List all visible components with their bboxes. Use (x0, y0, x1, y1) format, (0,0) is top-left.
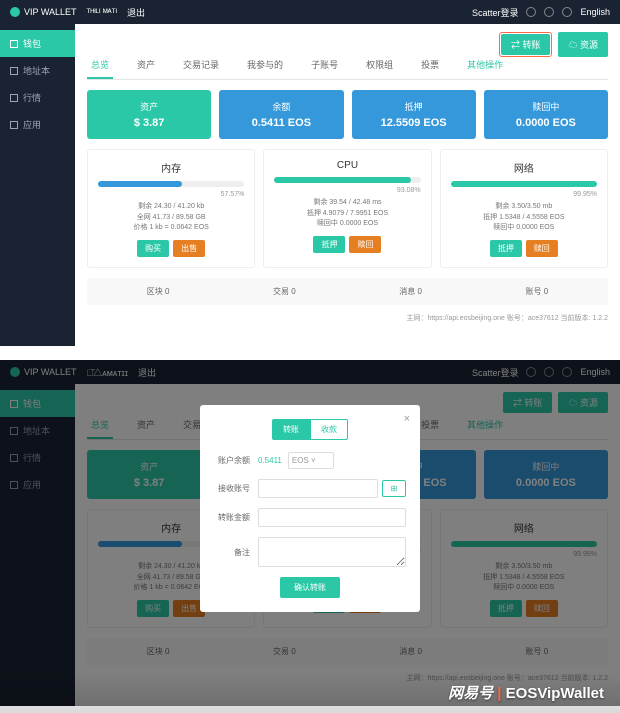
progress-bar (98, 181, 244, 187)
resource-card: 内存 57.57% 剩余 24.30 / 41.20 kb全网 41.73 / 89… (87, 149, 255, 268)
nav-icon (10, 40, 18, 48)
balance-value: 0.5411 (258, 456, 282, 465)
tab[interactable]: 我参与的 (243, 52, 287, 79)
sidebar-label: 钱包 (23, 37, 41, 50)
modal-tab-receive[interactable]: 收款 (310, 419, 348, 440)
progress-pct: 57.57% (98, 191, 244, 198)
resource-action-button[interactable]: 赎回 (349, 236, 381, 253)
card-title: 抵押 (362, 100, 466, 113)
receiver-label: 接收账号 (214, 483, 258, 494)
resource-action-button[interactable]: 抵押 (490, 240, 522, 257)
amount-input[interactable] (258, 508, 406, 527)
confirm-transfer-button[interactable]: 确认转账 (280, 577, 340, 598)
sidebar-item[interactable]: 应用 (0, 111, 75, 138)
resource-action-button[interactable]: 抵押 (313, 236, 345, 253)
refresh-icon[interactable] (526, 7, 536, 17)
stat-item: 交易 0 (221, 286, 347, 297)
logo: VIP WALLET (10, 7, 77, 17)
card-value: 0.0000 EOS (494, 117, 598, 129)
card-title: 资产 (97, 100, 201, 113)
resource-action-button[interactable]: 赎回 (526, 240, 558, 257)
card-value: 0.5411 EOS (229, 117, 333, 129)
addressbook-icon[interactable]: ⊞ (382, 480, 406, 497)
logo-icon (10, 7, 20, 17)
sidebar-label: 地址本 (23, 64, 50, 77)
card-value: $ 3.87 (97, 117, 201, 129)
stat-item: 区块 0 (95, 286, 221, 297)
nav-icon (10, 121, 18, 129)
nav-icon (10, 94, 18, 102)
resource-card: 网络 99.95% 剩余 3.50/3.50 mb抵押 1.5348 / 4.555… (440, 149, 608, 268)
tab[interactable]: 权限组 (362, 52, 397, 79)
resource-title: 内存 (98, 160, 244, 175)
sidebar-item[interactable]: 地址本 (0, 57, 75, 84)
resource-card: CPU 93.08% 剩余 39.54 / 42.48 ms抵押 4.9079 / … (263, 149, 431, 268)
tab[interactable]: 子账号 (307, 52, 342, 79)
transfer-modal: × 转账 收款 账户余额 0.5411 EOS ˅ 接收账号 ⊞ 转账金额 备注 (200, 405, 420, 612)
resource-button[interactable]: ☁ 资源 (558, 32, 608, 57)
modal-tab-transfer[interactable]: 转账 (272, 419, 310, 440)
stat-item: 账号 0 (474, 286, 600, 297)
resource-info: 剩余 24.30 / 41.20 kb全网 41.73 / 89.58 GB价格… (98, 202, 244, 234)
receiver-input[interactable] (258, 479, 378, 498)
sidebar-item[interactable]: 行情 (0, 84, 75, 111)
help-icon[interactable] (562, 7, 572, 17)
resource-title: CPU (274, 160, 420, 171)
memo-label: 备注 (214, 547, 258, 558)
tab[interactable]: 资产 (133, 52, 159, 79)
stat-item: 消息 0 (348, 286, 474, 297)
summary-card: 余额 0.5411 EOS (219, 90, 343, 139)
card-value: 12.5509 EOS (362, 117, 466, 129)
resource-action-button[interactable]: 购买 (137, 240, 169, 257)
logout-link[interactable]: 退出 (127, 6, 145, 19)
watermark: 网易号 | EOSVipWallet (0, 672, 620, 713)
resource-info: 剩余 39.54 / 42.48 ms抵押 4.9079 / 7.9951 EO… (274, 198, 420, 230)
card-title: 余额 (229, 100, 333, 113)
sidebar-label: 应用 (23, 118, 41, 131)
resource-action-button[interactable]: 出售 (173, 240, 205, 257)
sidebar-item[interactable]: 钱包 (0, 30, 75, 57)
account-name: ᵀᴴᴵᴸᴵ ᴹᴬᵀᴵ (87, 7, 118, 17)
transfer-highlight: ⇄ 转账 (499, 32, 553, 57)
brand-text: VIP WALLET (24, 7, 77, 17)
currency-select[interactable]: EOS ˅ (288, 452, 334, 469)
nav-icon (10, 67, 18, 75)
amount-label: 转账金额 (214, 512, 258, 523)
close-icon[interactable]: × (404, 413, 410, 425)
balance-label: 账户余额 (214, 455, 258, 466)
progress-bar (274, 177, 420, 183)
language-selector[interactable]: English (580, 7, 610, 17)
footer-info: 主网：https://api.eosbeijing.one 账号：ace3761… (87, 313, 608, 323)
summary-card: 赎回中 0.0000 EOS (484, 90, 608, 139)
scatter-login[interactable]: Scatter登录 (472, 6, 519, 19)
sidebar-label: 行情 (23, 91, 41, 104)
progress-pct: 99.95% (451, 191, 597, 198)
sidebar: 钱包地址本行情应用 (0, 24, 75, 346)
summary-card: 抵押 12.5509 EOS (352, 90, 476, 139)
progress-pct: 93.08% (274, 187, 420, 194)
summary-card: 资产 $ 3.87 (87, 90, 211, 139)
tab[interactable]: 投票 (417, 52, 443, 79)
transfer-button[interactable]: ⇄ 转账 (501, 34, 551, 55)
tab[interactable]: 交易记录 (179, 52, 223, 79)
resource-title: 网络 (451, 160, 597, 175)
settings-icon[interactable] (544, 7, 554, 17)
resource-info: 剩余 3.50/3.50 mb抵押 1.5348 / 4.5558 EOS赎回中… (451, 202, 597, 234)
memo-input[interactable] (258, 537, 406, 567)
card-title: 赎回中 (494, 100, 598, 113)
tab[interactable]: 总览 (87, 52, 113, 79)
progress-bar (451, 181, 597, 187)
